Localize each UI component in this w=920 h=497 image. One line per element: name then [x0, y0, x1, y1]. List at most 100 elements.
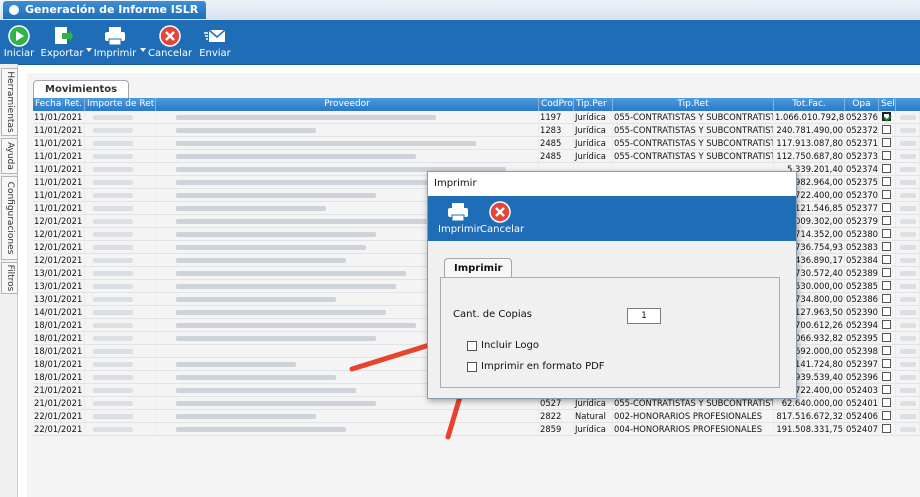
imprimir-button[interactable]: Imprimir	[92, 22, 138, 62]
col-tipret[interactable]: Tip.Ret	[613, 98, 774, 111]
row-select-checkbox[interactable]	[882, 320, 891, 329]
side-tab-ayuda[interactable]: Ayuda	[1, 138, 18, 174]
fecha-cell: 18/01/2021	[33, 371, 85, 383]
importe-cell	[85, 384, 156, 396]
row-select-checkbox[interactable]	[882, 385, 891, 394]
fecha-cell: 18/01/2021	[33, 358, 85, 370]
side-tab-herramientas[interactable]: Herramientas	[1, 68, 18, 136]
row-select-checkbox[interactable]	[882, 359, 891, 368]
opa-cell: 052373	[846, 150, 879, 162]
col-totfac[interactable]: Tot.Fac.	[774, 98, 845, 111]
copies-input[interactable]: 1	[627, 308, 661, 324]
select-cell	[879, 358, 896, 370]
col-importe-ret[interactable]: Importe de Ret.	[85, 98, 156, 111]
row-select-checkbox[interactable]	[882, 281, 891, 290]
extra-cell	[896, 150, 920, 162]
row-select-checkbox[interactable]	[882, 333, 891, 342]
table-row[interactable]: 11/01/2021 2485 Jurídica 055-CONTRATISTAS Y…	[33, 150, 920, 163]
row-select-checkbox[interactable]	[882, 346, 891, 355]
col-proveedor[interactable]: Proveedor	[156, 98, 539, 111]
fecha-cell: 11/01/2021	[33, 124, 85, 136]
exportar-label: Exportar	[40, 48, 84, 59]
col-codpro[interactable]: CodPro	[539, 98, 574, 111]
row-select-checkbox[interactable]	[882, 190, 891, 199]
opa-cell: 052397	[846, 358, 879, 370]
row-select-checkbox[interactable]	[882, 268, 891, 277]
col-extra	[896, 98, 920, 111]
opa-cell: 052406	[846, 410, 879, 422]
row-select-checkbox[interactable]	[882, 177, 891, 186]
opa-cell: 052407	[846, 423, 879, 435]
dialog-imprimir-button[interactable]: Imprimir	[438, 198, 481, 238]
row-select-checkbox[interactable]	[882, 229, 891, 238]
tab-imprimir[interactable]: Imprimir	[444, 258, 513, 278]
extra-cell	[896, 384, 920, 396]
tipper-cell: Jurídica	[574, 124, 613, 136]
totfac-cell: 1.066.010.792,82	[775, 111, 845, 123]
table-row[interactable]: 11/01/2021 2485 Jurídica 055-CONTRATISTAS Y…	[33, 137, 920, 150]
redacted-text	[93, 258, 133, 263]
fecha-cell: 12/01/2021	[33, 254, 85, 266]
row-select-checkbox[interactable]	[882, 411, 891, 420]
totfac-cell: 117.913.087,80	[774, 137, 845, 149]
incluir-logo-checkbox[interactable]	[467, 341, 477, 351]
row-select-checkbox[interactable]	[882, 307, 891, 316]
redacted-text	[176, 271, 406, 276]
redacted-text	[900, 336, 916, 341]
export-icon	[55, 27, 73, 44]
row-select-checkbox[interactable]	[882, 398, 891, 407]
table-row[interactable]: 11/01/2021 1197 Jurídica 055-CONTRATISTAS Y…	[33, 111, 920, 124]
importe-cell	[85, 293, 156, 305]
redacted-text	[93, 180, 133, 185]
redacted-text	[176, 336, 376, 341]
redacted-text	[93, 167, 133, 172]
table-row[interactable]: 22/01/2021 2859 Jurídica 004-HONORARIOS PRO…	[33, 423, 920, 436]
redacted-text	[900, 362, 916, 367]
tipper-cell: Natural	[574, 410, 613, 422]
row-select-checkbox[interactable]	[882, 424, 891, 433]
importe-cell	[85, 332, 156, 344]
extra-cell	[896, 280, 920, 292]
importe-cell	[85, 176, 156, 188]
iniciar-button[interactable]: Iniciar	[2, 22, 36, 62]
row-select-checkbox[interactable]	[882, 255, 891, 264]
opa-cell: 052398	[846, 345, 879, 357]
imprimir-dropdown-caret[interactable]	[140, 48, 146, 52]
close-icon	[159, 25, 181, 47]
row-select-checkbox[interactable]	[882, 216, 891, 225]
fecha-cell: 18/01/2021	[33, 345, 85, 357]
codpro-cell: 2822	[539, 410, 574, 422]
row-select-checkbox[interactable]	[882, 112, 891, 121]
col-fecha-ret[interactable]: Fecha Ret.	[33, 98, 85, 111]
row-select-checkbox[interactable]	[882, 151, 891, 160]
importe-cell	[85, 319, 156, 331]
redacted-text	[900, 141, 916, 146]
window-title-tab[interactable]: Generación de Informe ISLR	[3, 1, 207, 19]
row-select-checkbox[interactable]	[882, 138, 891, 147]
pdf-format-checkbox[interactable]	[467, 362, 477, 372]
col-tipper[interactable]: Tip.Per	[574, 98, 613, 111]
importe-cell	[85, 124, 156, 136]
row-select-checkbox[interactable]	[882, 164, 891, 173]
table-row[interactable]: 11/01/2021 1283 Jurídica 055-CONTRATISTAS Y…	[33, 124, 920, 137]
tab-movimientos[interactable]: Movimientos	[33, 80, 130, 99]
row-select-checkbox[interactable]	[882, 125, 891, 134]
row-select-checkbox[interactable]	[882, 242, 891, 251]
importe-cell	[85, 410, 156, 422]
exportar-button[interactable]: Exportar	[40, 22, 84, 62]
side-tab-configuraciones[interactable]: Configuraciones	[1, 176, 18, 260]
enviar-button[interactable]: Enviar	[198, 22, 232, 62]
row-select-checkbox[interactable]	[882, 203, 891, 212]
tipper-cell: Jurídica	[574, 423, 613, 435]
col-sel[interactable]: Sel	[879, 98, 896, 111]
cancelar-button[interactable]: Cancelar	[148, 22, 192, 62]
redacted-text	[93, 284, 133, 289]
dialog-cancelar-button[interactable]: Cancelar	[480, 198, 524, 238]
side-tab-label: Herramientas	[4, 71, 15, 133]
table-row[interactable]: 22/01/2021 2822 Natural 002-HONORARIOS PROF…	[33, 410, 920, 423]
row-select-checkbox[interactable]	[882, 294, 891, 303]
side-tab-filtros[interactable]: Filtros	[1, 262, 18, 294]
col-opa[interactable]: Opa	[845, 98, 879, 111]
row-select-checkbox[interactable]	[882, 372, 891, 381]
redacted-text	[900, 128, 916, 133]
